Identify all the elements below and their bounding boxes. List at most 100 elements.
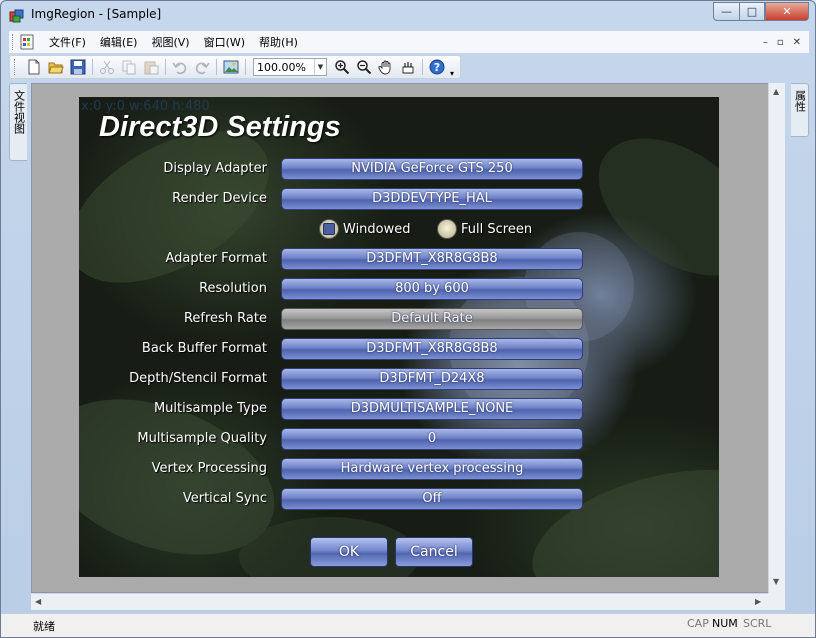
- mdi-close-button[interactable]: ✕: [793, 37, 801, 48]
- vertex-processing-combo[interactable]: Hardware vertex processing: [281, 458, 583, 480]
- radio-checked-icon[interactable]: [319, 219, 339, 239]
- zoom-out-button[interactable]: [353, 57, 375, 77]
- adapter-format-combo[interactable]: D3DFMT_X8R8G8B8: [281, 248, 583, 270]
- window-title: ImgRegion - [Sample]: [31, 7, 162, 21]
- toolbar-overflow-icon[interactable]: ▾: [450, 69, 456, 78]
- status-text: 就绪: [33, 620, 55, 633]
- zoom-in-button[interactable]: [331, 57, 353, 77]
- toolbar-separator: [165, 59, 166, 75]
- setting-row-display-adapter: Display Adapter NVIDIA GeForce GTS 250: [79, 158, 719, 180]
- copy-icon: [122, 60, 136, 75]
- depth-stencil-format-combo[interactable]: D3DFMT_D24X8: [281, 368, 583, 390]
- close-icon: ✕: [782, 5, 792, 18]
- refresh-rate-combo: Default Rate: [281, 308, 583, 330]
- cut-button[interactable]: [96, 57, 118, 77]
- zoom-in-icon: [335, 60, 350, 75]
- menu-file[interactable]: 文件(F): [43, 34, 94, 50]
- svg-text:?: ?: [434, 61, 440, 74]
- render-canvas[interactable]: x:0 y:0 w:640 h:480 Direct3D Settings Di…: [79, 97, 719, 577]
- select-tool-button[interactable]: [397, 57, 419, 77]
- scroll-down-icon[interactable]: ▼: [773, 577, 779, 586]
- app-window: ImgRegion - [Sample] — □ ✕ 文件(F) 编辑(E) 视…: [0, 0, 816, 638]
- setting-row-back-buffer-format: Back Buffer Format D3DFMT_X8R8G8B8: [79, 338, 719, 360]
- back-buffer-format-combo[interactable]: D3DFMT_X8R8G8B8: [281, 338, 583, 360]
- scroll-corner: [768, 593, 785, 610]
- help-button[interactable]: ?: [426, 57, 448, 77]
- status-bar: 就绪 CAP NUM SCRL: [1, 613, 815, 637]
- image-button[interactable]: [220, 57, 242, 77]
- setting-label: Render Device: [172, 191, 267, 206]
- zoom-select[interactable]: 100.00% ▼: [253, 58, 327, 76]
- minimize-button[interactable]: —: [713, 2, 739, 21]
- menu-view[interactable]: 视图(V): [145, 34, 197, 50]
- multisample-quality-combo[interactable]: 0: [281, 428, 583, 450]
- help-icon: ?: [429, 59, 445, 75]
- save-icon: [70, 59, 86, 75]
- picture-icon: [223, 60, 239, 74]
- copy-button[interactable]: [118, 57, 140, 77]
- setting-row-refresh-rate: Refresh Rate Default Rate: [79, 308, 719, 330]
- scroll-left-icon[interactable]: ◀: [35, 597, 41, 606]
- new-file-button[interactable]: [23, 57, 45, 77]
- resolution-combo[interactable]: 800 by 600: [281, 278, 583, 300]
- setting-row-vertex-processing: Vertex Processing Hardware vertex proces…: [79, 458, 719, 480]
- setting-label: Back Buffer Format: [141, 341, 267, 356]
- ok-button[interactable]: OK: [310, 537, 388, 567]
- mdi-minimize-button[interactable]: –: [763, 37, 768, 48]
- render-device-combo[interactable]: D3DDEVTYPE_HAL: [281, 188, 583, 210]
- setting-row-depth-stencil-format: Depth/Stencil Format D3DFMT_D24X8: [79, 368, 719, 390]
- scroll-lock-indicator: SCRL: [743, 617, 772, 630]
- hand-tool-button[interactable]: [375, 57, 397, 77]
- setting-row-render-device: Render Device D3DDEVTYPE_HAL: [79, 188, 719, 210]
- vertical-scrollbar[interactable]: ▲ ▼: [768, 83, 785, 593]
- toolbar-separator: [422, 59, 423, 75]
- undo-button[interactable]: [169, 57, 191, 77]
- multisample-type-combo[interactable]: D3DMULTISAMPLE_NONE: [281, 398, 583, 420]
- zoom-value: 100.00%: [257, 60, 306, 74]
- properties-tab[interactable]: 属性: [791, 83, 809, 137]
- open-file-button[interactable]: [45, 57, 67, 77]
- scroll-right-icon[interactable]: ▶: [755, 597, 761, 606]
- app-icon: [9, 9, 24, 23]
- redo-button[interactable]: [191, 57, 213, 77]
- setting-row-adapter-format: Adapter Format D3DFMT_X8R8G8B8: [79, 248, 719, 270]
- file-view-tab-label: 文件视图: [12, 90, 26, 134]
- display-adapter-combo[interactable]: NVIDIA GeForce GTS 250: [281, 158, 583, 180]
- paste-button[interactable]: [140, 57, 162, 77]
- windowed-radio[interactable]: Windowed: [319, 218, 411, 240]
- document-icon[interactable]: [19, 34, 35, 50]
- horizontal-scrollbar[interactable]: ◀ ▶: [31, 593, 768, 610]
- scroll-up-icon[interactable]: ▲: [773, 87, 779, 96]
- vertical-sync-combo[interactable]: Off: [281, 488, 583, 510]
- menu-window[interactable]: 窗口(W): [198, 34, 253, 50]
- redo-icon: [195, 62, 210, 75]
- toolbar: 100.00% ▼ ? ▾: [9, 55, 461, 79]
- chevron-down-icon[interactable]: ▼: [314, 59, 326, 75]
- setting-row-resolution: Resolution 800 by 600: [79, 278, 719, 300]
- menu-grip[interactable]: [12, 34, 15, 50]
- scissors-icon: [100, 60, 114, 74]
- title-bar[interactable]: ImgRegion - [Sample] — □ ✕: [1, 1, 815, 29]
- toolbar-grip[interactable]: [14, 59, 17, 75]
- maximize-button[interactable]: □: [739, 2, 765, 21]
- mdi-restore-button[interactable]: ▫: [777, 37, 784, 48]
- properties-tab-label: 属性: [793, 90, 807, 112]
- select-hand-icon: [402, 62, 414, 74]
- caps-lock-indicator: CAP: [687, 617, 709, 630]
- cancel-button[interactable]: Cancel: [395, 537, 473, 567]
- menu-edit[interactable]: 编辑(E): [94, 34, 146, 50]
- fullscreen-radio-label: Full Screen: [461, 221, 533, 237]
- fullscreen-radio[interactable]: Full Screen: [437, 218, 532, 240]
- menu-help[interactable]: 帮助(H): [253, 34, 306, 50]
- setting-row-vertical-sync: Vertical Sync Off: [79, 488, 719, 510]
- toolbar-separator: [92, 59, 93, 75]
- close-button[interactable]: ✕: [765, 2, 809, 21]
- setting-row-multisample-type: Multisample Type D3DMULTISAMPLE_NONE: [79, 398, 719, 420]
- zoom-out-icon: [357, 60, 372, 75]
- setting-label: Vertical Sync: [182, 491, 267, 506]
- paste-icon: [144, 61, 159, 75]
- radio-unchecked-icon[interactable]: [437, 219, 457, 239]
- toolbar-separator: [216, 59, 217, 75]
- save-button[interactable]: [67, 57, 89, 77]
- file-view-tab[interactable]: 文件视图: [9, 83, 27, 161]
